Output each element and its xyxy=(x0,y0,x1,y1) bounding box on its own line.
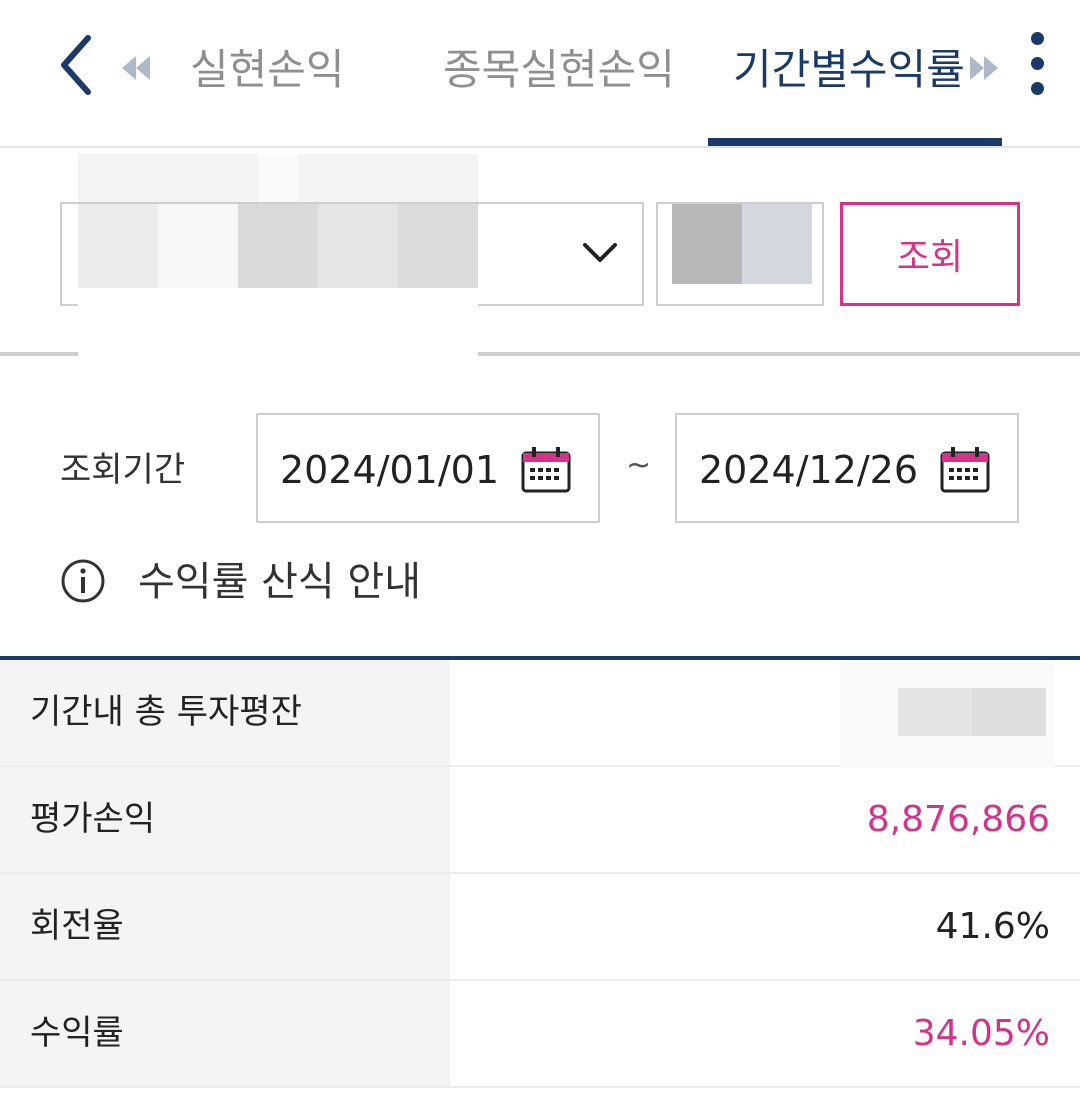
double-chevron-right-icon[interactable] xyxy=(964,50,1004,86)
password-field[interactable] xyxy=(656,202,824,306)
account-selector-row: 조회 xyxy=(0,148,1080,360)
tab-period-return[interactable]: 기간별수익률 xyxy=(733,42,965,98)
row-label-return-rate: 수익률 xyxy=(0,981,450,1086)
redacted-value xyxy=(840,660,1054,768)
chevron-down-icon xyxy=(583,243,617,262)
double-chevron-left-icon[interactable] xyxy=(118,50,154,86)
start-date-value: 2024/01/01 xyxy=(280,448,500,492)
redacted-area xyxy=(78,154,478,206)
back-chevron-icon[interactable] xyxy=(52,30,104,100)
return-rate-value: 34.05% xyxy=(912,1013,1050,1054)
tab-realized-pnl[interactable]: 실현손익 xyxy=(190,42,345,98)
end-date-field[interactable]: 2024/12/26 xyxy=(675,413,1019,523)
redacted-account-number xyxy=(78,204,478,288)
table-row: 기간내 총 투자평잔 xyxy=(0,660,1080,768)
active-tab-indicator xyxy=(708,138,1002,146)
return-formula-guide-link[interactable]: 수익률 산식 안내 xyxy=(138,556,421,608)
query-button[interactable]: 조회 xyxy=(840,202,1020,306)
table-row: 수익률 34.05% xyxy=(0,981,1080,1088)
end-date-value: 2024/12/26 xyxy=(699,448,919,492)
table-row: 회전율 41.6% xyxy=(0,874,1080,981)
start-date-field[interactable]: 2024/01/01 xyxy=(256,413,600,523)
date-range-separator: ~ xyxy=(626,448,652,483)
top-tab-bar: 실현손익 종목실현손익 기간별수익률 xyxy=(0,0,1080,148)
row-label-turnover: 회전율 xyxy=(0,874,450,979)
calendar-icon[interactable] xyxy=(939,445,991,495)
period-label: 조회기간 xyxy=(60,450,186,490)
row-label-avg-investment: 기간내 총 투자평잔 xyxy=(0,660,450,765)
tab-stock-realized-pnl[interactable]: 종목실현손익 xyxy=(443,42,675,98)
more-vertical-icon[interactable] xyxy=(1020,26,1054,106)
table-row: 평가손익 8,876,866 xyxy=(0,767,1080,874)
turnover-value: 41.6% xyxy=(935,906,1050,947)
redacted-area xyxy=(78,296,478,360)
redacted-password xyxy=(672,204,812,284)
info-circle-icon[interactable] xyxy=(60,558,106,604)
account-dropdown[interactable] xyxy=(60,202,644,306)
valuation-pnl-value: 8,876,866 xyxy=(866,799,1050,840)
calendar-icon[interactable] xyxy=(520,445,572,495)
summary-table: 기간내 총 투자평잔 평가손익 8,876,866 회전율 41.6% 수익률 … xyxy=(0,656,1080,1088)
row-label-valuation-pnl: 평가손익 xyxy=(0,767,450,872)
